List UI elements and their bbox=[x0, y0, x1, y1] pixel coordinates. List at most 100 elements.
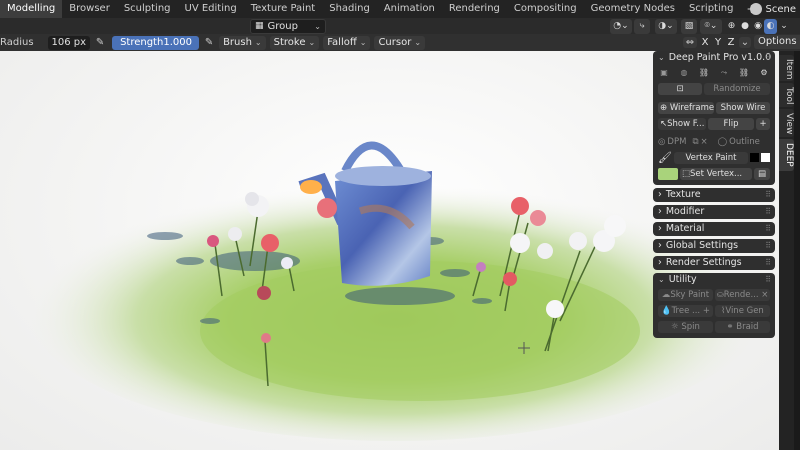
sphere-icon[interactable]: ◍ bbox=[678, 67, 690, 79]
wireframe-button[interactable]: ⊕ Wireframe bbox=[658, 102, 714, 114]
view-object-types-button[interactable]: ◔⌄ bbox=[610, 19, 632, 34]
utility-row-3: ☼ Spin ⚭ Braid bbox=[653, 319, 775, 335]
dpm-label[interactable]: DPM bbox=[667, 137, 686, 147]
axis-x[interactable]: X bbox=[700, 37, 710, 48]
close-icon[interactable]: × bbox=[761, 290, 768, 300]
tab-compositing[interactable]: Compositing bbox=[507, 0, 584, 18]
copy-icon[interactable]: ⧉ bbox=[692, 137, 698, 147]
tab-geometry-nodes[interactable]: Geometry Nodes bbox=[584, 0, 682, 18]
cursor-dropdown[interactable]: Cursor ⌄ bbox=[374, 35, 426, 50]
drag-handle-icon[interactable]: ⠿ bbox=[765, 239, 771, 253]
braid-label: Braid bbox=[736, 322, 759, 332]
white-swatch[interactable] bbox=[761, 153, 770, 162]
render-button[interactable]: ⛀Rende... × bbox=[715, 289, 770, 301]
chevron-down-icon[interactable]: ⌄ bbox=[739, 36, 751, 48]
rendered-shading-icon[interactable]: ◐ bbox=[764, 19, 777, 34]
vertex-extra-button[interactable]: ▤ bbox=[754, 168, 770, 180]
link-icon[interactable]: ⛓ bbox=[698, 67, 710, 79]
show-f-button[interactable]: ↖Show F... bbox=[658, 118, 706, 130]
modifier-section[interactable]: › Modifier ⠿ bbox=[653, 205, 775, 219]
outline-icon: ◯ bbox=[717, 137, 728, 147]
pressure-icon[interactable]: ✎ bbox=[94, 37, 106, 48]
solid-shading-icon[interactable]: ● bbox=[739, 19, 751, 34]
shading-options-chevron[interactable]: ⌄ bbox=[778, 19, 790, 34]
wireframe-shading-icon[interactable]: ⊕ bbox=[725, 19, 738, 34]
overlays-button[interactable]: ◑⌄ bbox=[655, 19, 677, 34]
symmetry-icon[interactable]: ⇔ bbox=[683, 36, 697, 48]
panel-header[interactable]: ⌄ Deep Paint Pro v1.0.0 ⠿ bbox=[653, 51, 775, 65]
drag-handle-icon[interactable]: ⠿ bbox=[765, 222, 771, 236]
utility-header[interactable]: ⌄ Utility ⠿ bbox=[653, 273, 775, 287]
drag-handle-icon[interactable]: ⠿ bbox=[765, 256, 771, 270]
group-dropdown[interactable]: ▦ Group ⌄ bbox=[250, 19, 326, 34]
render-settings-section[interactable]: › Render Settings ⠿ bbox=[653, 256, 775, 270]
tab-texture-paint[interactable]: Texture Paint bbox=[244, 0, 323, 18]
scene-selector[interactable]: Scene bbox=[749, 0, 800, 18]
drag-handle-icon[interactable]: ⠿ bbox=[765, 51, 771, 65]
tool-settings-bar: Radius 106 px ✎ Strength 1.000 ✎ Brush ⌄ … bbox=[0, 34, 800, 51]
tab-browser[interactable]: Browser bbox=[62, 0, 117, 18]
tab-view[interactable]: View bbox=[779, 109, 794, 137]
scene-label: Scene bbox=[765, 3, 797, 15]
xray-icon[interactable]: ▧ bbox=[681, 19, 697, 34]
close-icon[interactable]: × bbox=[701, 137, 708, 147]
flip-button[interactable]: Flip bbox=[708, 118, 754, 130]
wireframe-label: Wireframe bbox=[669, 103, 714, 113]
global-settings-section[interactable]: › Global Settings ⠿ bbox=[653, 239, 775, 253]
chevron-right-icon: › bbox=[658, 257, 662, 268]
add-button[interactable]: + bbox=[756, 118, 770, 130]
settings-icon[interactable]: ⚙ bbox=[758, 67, 770, 79]
drag-handle-icon[interactable]: ⠿ bbox=[765, 205, 771, 219]
radius-field[interactable]: 106 px bbox=[47, 35, 91, 50]
axis-y[interactable]: Y bbox=[713, 37, 723, 48]
tab-scripting[interactable]: Scripting bbox=[682, 0, 740, 18]
spin-button[interactable]: ☼ Spin bbox=[658, 321, 713, 333]
stroke-dropdown[interactable]: Stroke ⌄ bbox=[269, 35, 320, 50]
material-section[interactable]: › Material ⠿ bbox=[653, 222, 775, 236]
brush-icon: 🖌 bbox=[658, 151, 672, 164]
randomize-button[interactable]: Randomize bbox=[704, 83, 770, 95]
drag-handle-icon[interactable]: ⠿ bbox=[765, 188, 771, 202]
camera-icon: ⛀ bbox=[716, 290, 724, 300]
plus-icon[interactable]: + bbox=[703, 306, 710, 316]
tree-label: Tree ... bbox=[671, 306, 701, 316]
strength-slider[interactable]: Strength 1.000 bbox=[112, 35, 200, 50]
sidebar-tabs: Item Tool View DEEP bbox=[779, 51, 794, 450]
tab-rendering[interactable]: Rendering bbox=[442, 0, 507, 18]
falloff-label: Falloff bbox=[327, 36, 357, 48]
options-dropdown[interactable]: Options⌄ bbox=[754, 35, 800, 49]
section-label: Modifier bbox=[665, 206, 705, 217]
set-vertex-button[interactable]: ⬚Set Vertex... bbox=[680, 168, 752, 180]
tree-button[interactable]: 💧Tree ... + bbox=[658, 305, 713, 317]
tab-modelling[interactable]: Modelling bbox=[0, 0, 63, 18]
texture-section[interactable]: › Texture ⠿ bbox=[653, 188, 775, 202]
tab-item[interactable]: Item bbox=[779, 55, 794, 81]
axis-z[interactable]: Z bbox=[726, 37, 736, 48]
tab-animation[interactable]: Animation bbox=[377, 0, 442, 18]
link-active-icon[interactable]: ⛓ bbox=[738, 67, 750, 79]
falloff-dropdown[interactable]: Falloff ⌄ bbox=[323, 35, 371, 50]
gizmo-icon[interactable]: ⤷ bbox=[634, 19, 650, 34]
brush-dropdown[interactable]: Brush ⌄ bbox=[219, 35, 266, 50]
vine-gen-button[interactable]: ⌇Vine Gen bbox=[715, 305, 770, 317]
strength-pressure-icon[interactable]: ✎ bbox=[203, 37, 215, 48]
camera-icon[interactable]: ⌾⌄ bbox=[700, 19, 722, 34]
tab-tool[interactable]: Tool bbox=[779, 83, 794, 107]
outline-label[interactable]: Outline bbox=[729, 137, 760, 147]
sky-paint-button[interactable]: ☁Sky Paint bbox=[658, 289, 713, 301]
image-icon[interactable]: ▣ bbox=[658, 67, 670, 79]
material-shading-icon[interactable]: ◉ bbox=[752, 19, 764, 34]
drag-handle-icon[interactable]: ⠿ bbox=[765, 273, 771, 287]
unlink-icon[interactable]: ⤳ bbox=[718, 67, 730, 79]
randomize-icon-button[interactable]: ⊡ bbox=[658, 83, 702, 95]
vertex-color-swatch[interactable] bbox=[658, 168, 678, 180]
tab-uv-editing[interactable]: UV Editing bbox=[178, 0, 244, 18]
black-swatch[interactable] bbox=[750, 153, 759, 162]
cursor-label: Cursor bbox=[378, 36, 412, 48]
vertex-paint-button[interactable]: Vertex Paint bbox=[673, 151, 748, 164]
braid-button[interactable]: ⚭ Braid bbox=[715, 321, 770, 333]
tab-sculpting[interactable]: Sculpting bbox=[117, 0, 178, 18]
tab-deep[interactable]: DEEP bbox=[779, 139, 794, 171]
tab-shading[interactable]: Shading bbox=[322, 0, 377, 18]
show-wire-button[interactable]: Show Wire bbox=[716, 102, 770, 114]
